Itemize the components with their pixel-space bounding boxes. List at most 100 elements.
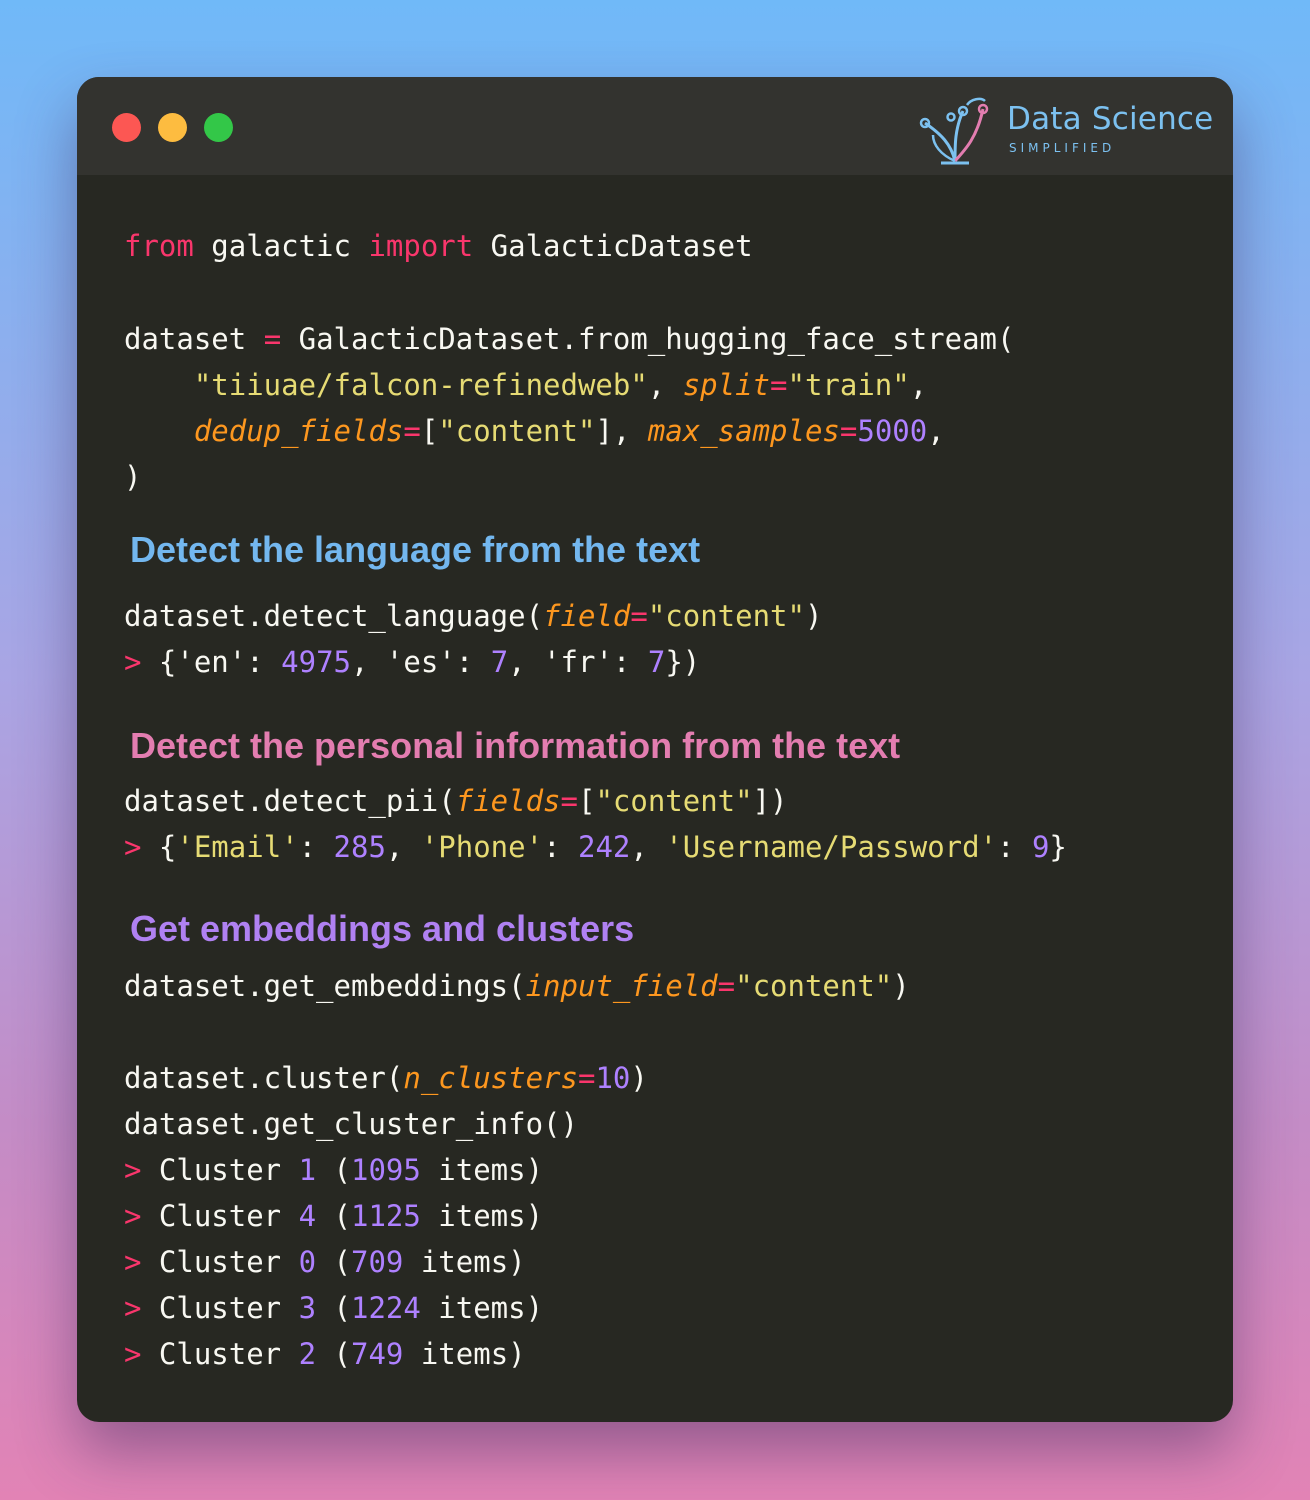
code-token: : — [997, 830, 1032, 864]
maximize-button[interactable] — [204, 113, 233, 142]
code-param: input_field — [525, 969, 718, 1003]
logo-title: Data Science — [1007, 101, 1214, 137]
cluster-id: 4 — [298, 1199, 317, 1233]
cluster-id: 1 — [298, 1153, 317, 1187]
code-token: dataset.get_embeddings( — [124, 969, 526, 1003]
output-prompt: > — [124, 1337, 142, 1371]
class-name: GalacticDataset — [473, 229, 753, 263]
code-token: dataset.cluster( — [124, 1061, 404, 1095]
code-token: ( — [316, 1199, 351, 1233]
code-token: ]) — [752, 784, 788, 818]
code-operator: = — [263, 322, 282, 356]
output-line-cluster: > Cluster 0 (709 items) — [124, 1239, 526, 1285]
code-operator: = — [839, 414, 858, 448]
code-token: dataset — [124, 322, 264, 356]
code-token: : — [298, 830, 334, 864]
keyword-import: import — [368, 229, 474, 263]
minimize-button[interactable] — [158, 113, 187, 142]
cluster-id: 3 — [298, 1291, 317, 1325]
code-token: ) — [804, 599, 823, 633]
code-token: : — [543, 830, 578, 864]
code-token: GalacticDataset.from_hugging_face_stream… — [281, 322, 1015, 356]
code-number: 285 — [333, 830, 386, 864]
code-token: , 'es': — [351, 645, 491, 679]
code-token: , — [385, 830, 421, 864]
code-operator: = — [770, 368, 788, 402]
code-window: Data Science SIMPLIFIED from galactic im… — [77, 77, 1233, 1422]
code-token: Cluster — [141, 1153, 299, 1187]
code-string: 'Phone' — [420, 830, 544, 864]
code-token: ) — [124, 460, 142, 494]
cluster-count: 1095 — [351, 1153, 421, 1187]
brand-logo: Data Science SIMPLIFIED — [911, 89, 1214, 169]
code-number: 9 — [1031, 830, 1050, 864]
code-line-detect-pii: dataset.detect_pii(fields=["content"]) — [124, 778, 788, 824]
output-line-cluster: > Cluster 1 (1095 items) — [124, 1147, 543, 1193]
code-token: Cluster — [141, 1199, 299, 1233]
cluster-count: 749 — [351, 1337, 404, 1371]
cluster-count: 1125 — [351, 1199, 421, 1233]
code-string: "content" — [595, 784, 753, 818]
code-param: dedup_fields — [193, 414, 404, 448]
code-token: items) — [420, 1153, 544, 1187]
code-string: "content" — [438, 414, 596, 448]
code-token: dataset.detect_language( — [124, 599, 544, 633]
code-token: ) — [892, 969, 910, 1003]
code-token: ( — [316, 1337, 351, 1371]
code-line-load-2: "tiiuae/falcon-refinedweb", split="train… — [124, 362, 927, 408]
code-operator: = — [403, 414, 421, 448]
code-string: "train" — [787, 368, 910, 402]
code-operator: = — [630, 599, 648, 633]
code-number: 242 — [577, 830, 631, 864]
code-string: 'Username/Password' — [665, 830, 998, 864]
code-number: 7 — [647, 645, 666, 679]
code-token: Cluster — [141, 1245, 299, 1279]
code-token: , — [630, 830, 666, 864]
code-param: fields — [455, 784, 561, 818]
cluster-id: 2 — [298, 1337, 317, 1371]
code-number: 5000 — [857, 414, 928, 448]
code-line-import: from galactic import GalacticDataset — [124, 223, 753, 269]
plant-logo-icon — [919, 97, 989, 165]
output-line-cluster: > Cluster 3 (1224 items) — [124, 1285, 543, 1331]
code-operator: = — [560, 784, 578, 818]
output-prompt: > — [124, 1245, 142, 1279]
cluster-id: 0 — [298, 1245, 317, 1279]
code-param: field — [543, 599, 631, 633]
code-param: n_clusters — [403, 1061, 578, 1095]
heading-embeddings: Get embeddings and clusters — [130, 908, 635, 949]
output-line-cluster: > Cluster 4 (1125 items) — [124, 1193, 543, 1239]
code-token: } — [1049, 830, 1067, 864]
code-token: [ — [420, 414, 439, 448]
code-number: 4975 — [281, 645, 351, 679]
code-line-detect-language: dataset.detect_language(field="content") — [124, 593, 822, 639]
code-string: "content" — [647, 599, 805, 633]
code-token: items) — [403, 1245, 526, 1279]
code-token: , — [927, 414, 945, 448]
code-line-load-3: dedup_fields=["content"], max_samples=50… — [124, 408, 945, 454]
code-token: ( — [316, 1245, 351, 1279]
code-operator: = — [577, 1061, 596, 1095]
code-token: items) — [403, 1337, 526, 1371]
code-line-cluster-info: dataset.get_cluster_info() — [124, 1101, 578, 1147]
code-line-cluster: dataset.cluster(n_clusters=10) — [124, 1055, 648, 1101]
code-token: ], — [595, 414, 648, 448]
code-token: }) — [665, 645, 701, 679]
code-token: Cluster — [141, 1337, 299, 1371]
output-line-language: > {'en': 4975, 'es': 7, 'fr': 7}) — [124, 639, 700, 685]
code-line-load-4: ) — [124, 454, 141, 500]
code-string: "tiiuae/falcon-refinedweb" — [193, 368, 648, 402]
keyword-from: from — [124, 229, 194, 263]
code-token: ( — [316, 1291, 351, 1325]
output-prompt: > — [124, 1153, 142, 1187]
title-bar: Data Science SIMPLIFIED — [77, 77, 1233, 175]
module-name: galactic — [193, 229, 369, 263]
close-button[interactable] — [112, 113, 141, 142]
output-line-pii: > {'Email': 285, 'Phone': 242, 'Username… — [124, 824, 1067, 870]
code-token: items) — [420, 1291, 544, 1325]
code-string: 'Email' — [176, 830, 299, 864]
code-line-get-embeddings: dataset.get_embeddings(input_field="cont… — [124, 963, 910, 1009]
code-param: split — [682, 368, 771, 402]
